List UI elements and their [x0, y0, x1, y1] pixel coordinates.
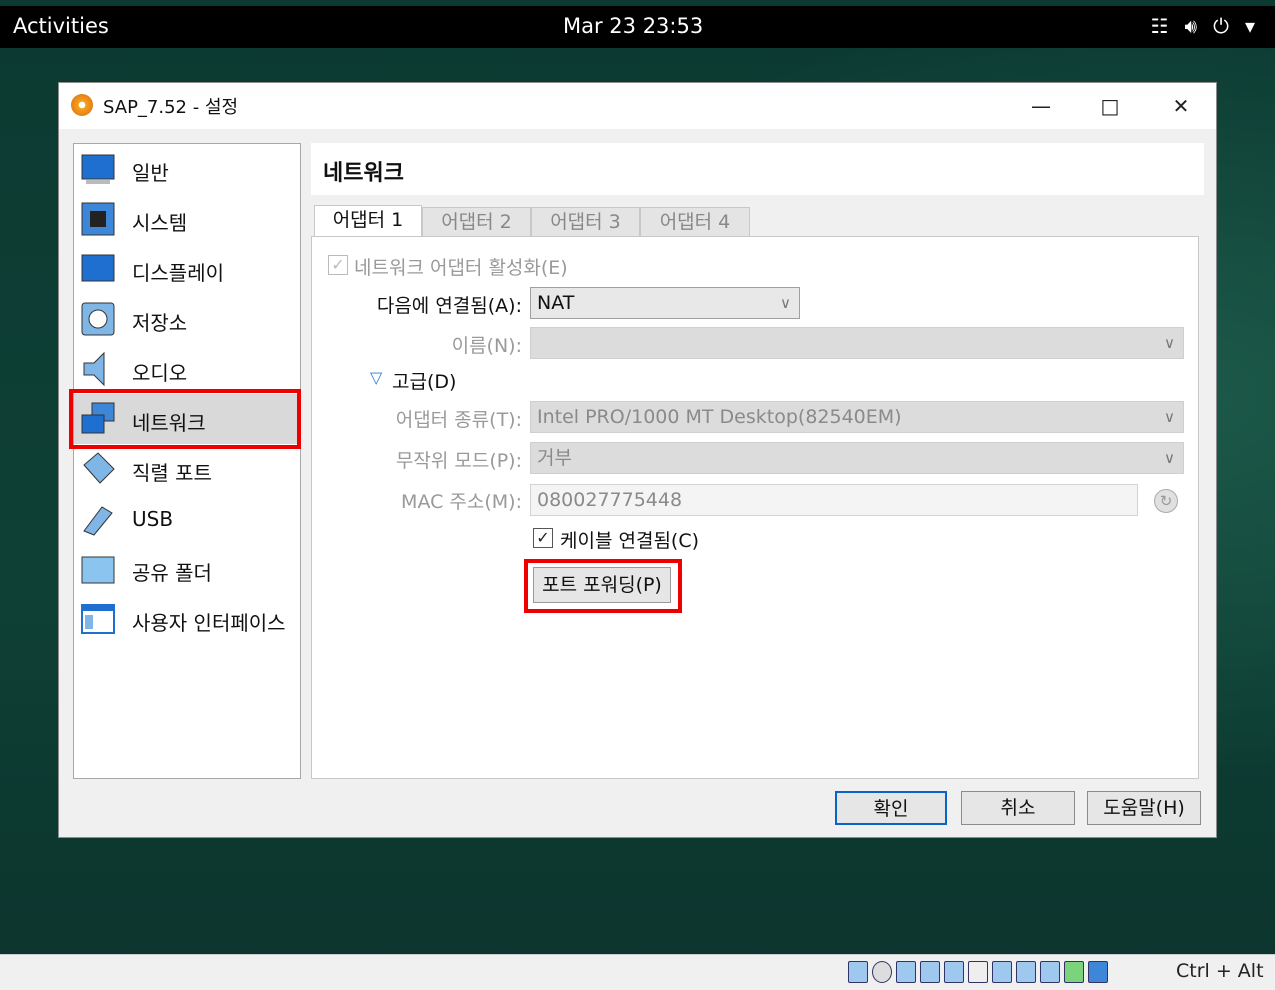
audio-icon: [83, 351, 105, 387]
adapter-panel: ✓ 네트워크 어댑터 활성화(E) 다음에 연결됨(A): NAT ∨ 이름(N…: [311, 236, 1199, 779]
sidebar-item-general[interactable]: 일반: [74, 144, 300, 194]
system-icon: [81, 202, 115, 236]
clock[interactable]: Mar 23 23:53: [563, 14, 703, 38]
tab-adapter-2[interactable]: 어댑터 2: [422, 207, 531, 237]
usb-icon[interactable]: [944, 961, 964, 983]
enable-adapter-label: 네트워크 어댑터 활성화(E): [354, 257, 568, 279]
host-key-label: Ctrl + Alt: [1176, 960, 1264, 982]
sidebar-item-label: USB: [132, 507, 174, 531]
ok-button[interactable]: 확인: [835, 791, 947, 825]
hard-disk-icon[interactable]: [848, 961, 868, 983]
settings-category-list: 일반 시스템 디스플레이 저장소 오디오 네트워크 직렬 포트 USB 공유 폴…: [73, 143, 301, 779]
shared-folder-icon: [81, 556, 115, 584]
activities-button[interactable]: Activities: [13, 14, 109, 38]
promiscuous-select[interactable]: 거부 ∨: [530, 442, 1184, 474]
minimize-button[interactable]: —: [1021, 89, 1061, 123]
gnome-top-bar: Activities Mar 23 23:53 ☷ 🔊︎ ⏻ ▾: [0, 6, 1275, 48]
network-icon[interactable]: ☷: [1151, 14, 1169, 38]
sidebar-item-storage[interactable]: 저장소: [74, 294, 300, 344]
adapter-type-label: 어댑터 종류(T):: [395, 409, 522, 431]
sidebar-item-user-interface[interactable]: 사용자 인터페이스: [74, 594, 300, 644]
name-label: 이름(N):: [451, 335, 522, 357]
cpu-icon[interactable]: [1040, 961, 1060, 983]
sidebar-item-shared-folder[interactable]: 공유 폴더: [74, 544, 300, 594]
title-bar: SAP_7.52 - 설정 — □ ✕: [59, 83, 1216, 129]
sidebar-item-system[interactable]: 시스템: [74, 194, 300, 244]
sidebar-item-label: 일반: [132, 161, 169, 185]
chevron-down-icon: ∨: [1164, 334, 1175, 352]
tab-adapter-1[interactable]: 어댑터 1: [314, 205, 422, 239]
status-icons: [848, 961, 1108, 983]
shared-folder-icon[interactable]: [968, 961, 988, 983]
cancel-button[interactable]: 취소: [961, 791, 1075, 825]
adapter-type-value: Intel PRO/1000 MT Desktop(82540EM): [537, 406, 902, 428]
chevron-down-icon[interactable]: ▾: [1245, 14, 1255, 38]
display-icon: [81, 254, 115, 282]
system-tray[interactable]: ☷ 🔊︎ ⏻ ▾: [1151, 14, 1255, 38]
chevron-down-icon: ∨: [1164, 449, 1175, 467]
cable-connected-label: 케이블 연결됨(C): [560, 530, 700, 552]
attached-to-value: NAT: [537, 292, 575, 314]
window-title: SAP_7.52 - 설정: [103, 97, 239, 118]
user-interface-icon: [81, 604, 115, 634]
promiscuous-label: 무작위 모드(P):: [395, 450, 522, 472]
attached-to-label: 다음에 연결됨(A):: [376, 295, 522, 317]
power-icon[interactable]: ⏻: [1213, 14, 1229, 38]
help-button[interactable]: 도움말(H): [1087, 791, 1201, 825]
storage-icon: [81, 302, 115, 336]
promiscuous-value: 거부: [537, 447, 572, 469]
volume-icon[interactable]: 🔊︎: [1185, 14, 1198, 38]
audio-icon[interactable]: [896, 961, 916, 983]
chevron-down-icon: ∨: [780, 294, 791, 312]
usb-icon: [83, 506, 113, 536]
name-select[interactable]: ∨: [530, 327, 1184, 359]
sidebar-item-label: 시스템: [132, 211, 188, 235]
general-icon: [81, 154, 115, 184]
cable-connected-checkbox[interactable]: ✓: [533, 528, 553, 548]
attached-to-select[interactable]: NAT ∨: [530, 287, 800, 319]
network-icon[interactable]: [920, 961, 940, 983]
sidebar-item-usb[interactable]: USB: [74, 494, 300, 544]
sidebar-item-serial-port[interactable]: 직렬 포트: [74, 444, 300, 494]
serial-port-icon: [83, 452, 115, 484]
tab-adapter-4[interactable]: 어댑터 4: [640, 207, 750, 237]
highlight-box: [69, 389, 301, 449]
sidebar-item-audio[interactable]: 오디오: [74, 344, 300, 394]
close-button[interactable]: ✕: [1161, 89, 1201, 123]
highlight-box: [524, 559, 682, 613]
settings-window: SAP_7.52 - 설정 — □ ✕ 일반 시스템 디스플레이 저장소 오디오…: [58, 82, 1217, 838]
sidebar-item-label: 디스플레이: [132, 261, 224, 285]
page-title: 네트워크: [323, 161, 404, 186]
mouse-integration-icon[interactable]: [1088, 961, 1108, 983]
sidebar-item-label: 저장소: [132, 311, 188, 335]
display-icon[interactable]: [992, 961, 1012, 983]
sidebar-item-display[interactable]: 디스플레이: [74, 244, 300, 294]
mac-value: 080027775448: [537, 489, 683, 511]
mac-input[interactable]: 080027775448: [530, 484, 1138, 516]
sidebar-item-label: 오디오: [132, 361, 188, 385]
section-header: 네트워크: [311, 143, 1204, 195]
expand-triangle-icon[interactable]: ▽: [370, 368, 382, 387]
vm-status-bar: Ctrl + Alt: [0, 954, 1275, 990]
virtualbox-settings-icon: [71, 94, 93, 116]
sidebar-item-label: 공유 폴더: [132, 561, 212, 585]
guest-additions-icon[interactable]: [1064, 961, 1084, 983]
adapter-type-select[interactable]: Intel PRO/1000 MT Desktop(82540EM) ∨: [530, 401, 1184, 433]
mac-label: MAC 주소(M):: [401, 491, 522, 513]
sidebar-item-label: 사용자 인터페이스: [132, 611, 286, 635]
recording-icon[interactable]: [1016, 961, 1036, 983]
chevron-down-icon: ∨: [1164, 408, 1175, 426]
maximize-button[interactable]: □: [1090, 89, 1130, 123]
optical-drive-icon[interactable]: [872, 961, 892, 983]
settings-content: 네트워크 어댑터 1 어댑터 2 어댑터 3 어댑터 4 ✓ 네트워크 어댑터 …: [311, 143, 1204, 779]
advanced-toggle[interactable]: 고급(D): [392, 367, 456, 394]
refresh-mac-icon[interactable]: ↻: [1154, 489, 1178, 513]
enable-adapter-checkbox[interactable]: ✓: [328, 255, 348, 275]
sidebar-item-label: 직렬 포트: [132, 461, 212, 485]
tab-adapter-3[interactable]: 어댑터 3: [531, 207, 640, 237]
